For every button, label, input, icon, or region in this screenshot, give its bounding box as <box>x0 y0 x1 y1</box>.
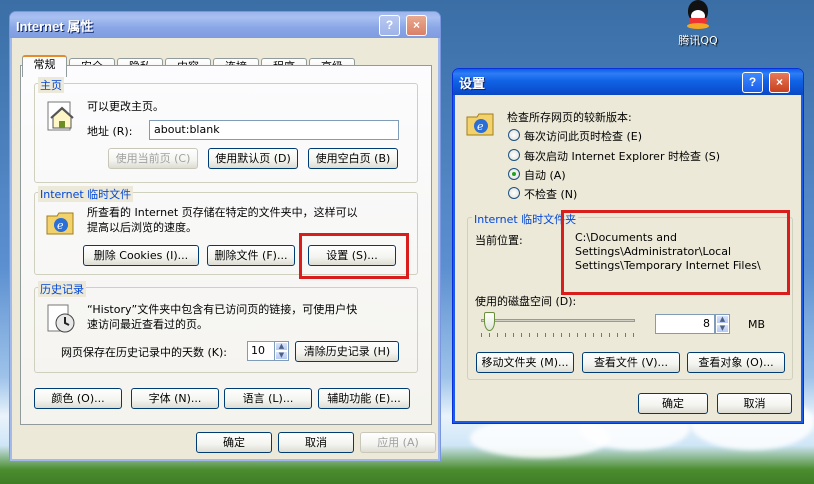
ok-button[interactable]: 确定 <box>638 393 708 414</box>
radio-every-start-label[interactable]: 每次启动 Internet Explorer 时检查 (S) <box>524 148 720 164</box>
history-icon <box>45 303 77 335</box>
radio-every-start[interactable] <box>508 149 520 161</box>
ie-folder-icon: e <box>45 206 77 238</box>
disk-space-unit: MB <box>748 318 766 331</box>
colors-button[interactable]: 颜色 (O)... <box>34 388 122 409</box>
homepage-address-input[interactable]: about:blank <box>149 120 399 140</box>
temp-files-description-2: 提高以后浏览的速度。 <box>87 221 197 234</box>
radio-never-label[interactable]: 不检查 (N) <box>524 186 577 202</box>
address-label: 地址 (R): <box>87 125 133 138</box>
desktop-icon-qq[interactable]: 腾讯QQ <box>668 0 728 48</box>
use-default-button[interactable]: 使用默认页 (D) <box>208 148 298 169</box>
radio-automatic[interactable] <box>508 168 520 180</box>
svg-text:e: e <box>57 219 64 232</box>
window-title: Internet 属性 <box>16 19 94 34</box>
settings-window: 设置 ? × e 检查所存网页的较新版本: 每次访问此页时检查 (E) 每次启动… <box>452 68 804 424</box>
help-button[interactable]: ? <box>742 72 763 93</box>
current-location-label: 当前位置: <box>475 234 523 247</box>
history-days-input[interactable]: 10 <box>247 341 275 361</box>
close-button[interactable]: × <box>769 72 790 93</box>
apply-button[interactable]: 应用 (A) <box>360 432 436 453</box>
desktop-icon-label: 腾讯QQ <box>678 34 718 47</box>
radio-never[interactable] <box>508 187 520 199</box>
ok-button[interactable]: 确定 <box>196 432 272 453</box>
spin-up-icon: ▲ <box>716 315 729 324</box>
history-description-1: “History”文件夹中包含有已访问页的链接，可使用户快 <box>87 303 358 316</box>
cancel-button[interactable]: 取消 <box>717 393 792 414</box>
window-title: 设置 <box>459 76 486 91</box>
history-days-spinner[interactable]: ▲ ▼ <box>274 341 289 361</box>
tab-general[interactable]: 常规 <box>22 55 67 77</box>
temp-files-group-label: Internet 临时文件 <box>38 186 134 202</box>
highlight-box-settings-button <box>299 233 409 279</box>
clear-history-button[interactable]: 清除历史记录 (H) <box>295 341 399 362</box>
fonts-button[interactable]: 字体 (N)... <box>131 388 219 409</box>
qq-penguin-icon <box>685 0 711 30</box>
disk-space-input[interactable]: 8 <box>655 314 715 334</box>
disk-space-slider-thumb[interactable] <box>483 312 495 331</box>
slider-ticks <box>481 333 635 337</box>
cancel-button[interactable]: 取消 <box>278 432 354 453</box>
radio-automatic-label[interactable]: 自动 (A) <box>524 167 566 183</box>
spin-down-icon: ▼ <box>275 351 288 360</box>
use-current-button[interactable]: 使用当前页 (C) <box>108 148 198 169</box>
title-bar[interactable]: Internet 属性 ? × <box>10 12 440 38</box>
history-description-2: 速访问最近查看过的页。 <box>87 318 208 331</box>
languages-button[interactable]: 语言 (L)... <box>224 388 312 409</box>
tab-panel-general: 主页 可以更改主页。 地址 (R): about:blank 使用当前页 (C)… <box>20 65 432 425</box>
spin-down-icon: ▼ <box>716 324 729 333</box>
use-blank-button[interactable]: 使用空白页 (B) <box>308 148 398 169</box>
temp-files-description-1: 所查看的 Internet 页存储在特定的文件夹中，这样可以 <box>87 206 358 219</box>
disk-space-spinner[interactable]: ▲ ▼ <box>715 314 730 334</box>
disk-space-label: 使用的磁盘空间 (D): <box>475 295 577 308</box>
delete-files-button[interactable]: 删除文件 (F)... <box>207 245 295 266</box>
view-files-button[interactable]: 查看文件 (V)... <box>582 352 680 373</box>
highlight-box-location <box>561 210 790 295</box>
spin-up-icon: ▲ <box>275 342 288 351</box>
close-button[interactable]: × <box>406 15 427 36</box>
ie-folder-icon: e <box>465 107 497 139</box>
house-icon <box>45 100 77 132</box>
move-folder-button[interactable]: 移动文件夹 (M)... <box>476 352 574 373</box>
help-button[interactable]: ? <box>379 15 400 36</box>
accessibility-button[interactable]: 辅助功能 (E)... <box>318 388 410 409</box>
homepage-group-label: 主页 <box>38 77 64 93</box>
view-objects-button[interactable]: 查看对象 (O)... <box>687 352 785 373</box>
history-group-label: 历史记录 <box>38 281 86 297</box>
history-days-label: 网页保存在历史记录中的天数 (K): <box>61 346 227 359</box>
title-bar[interactable]: 设置 ? × <box>453 69 803 95</box>
radio-every-visit[interactable] <box>508 129 520 141</box>
homepage-description: 可以更改主页。 <box>87 100 164 113</box>
delete-cookies-button[interactable]: 删除 Cookies (I)... <box>83 245 199 266</box>
check-versions-label: 检查所存网页的较新版本: <box>507 111 632 124</box>
internet-options-window: Internet 属性 ? × 常规 安全 隐私 内容 连接 程序 高级 主页 … <box>9 11 441 462</box>
svg-text:e: e <box>477 120 484 133</box>
disk-space-slider-track[interactable] <box>481 319 635 322</box>
radio-every-visit-label[interactable]: 每次访问此页时检查 (E) <box>524 128 642 144</box>
